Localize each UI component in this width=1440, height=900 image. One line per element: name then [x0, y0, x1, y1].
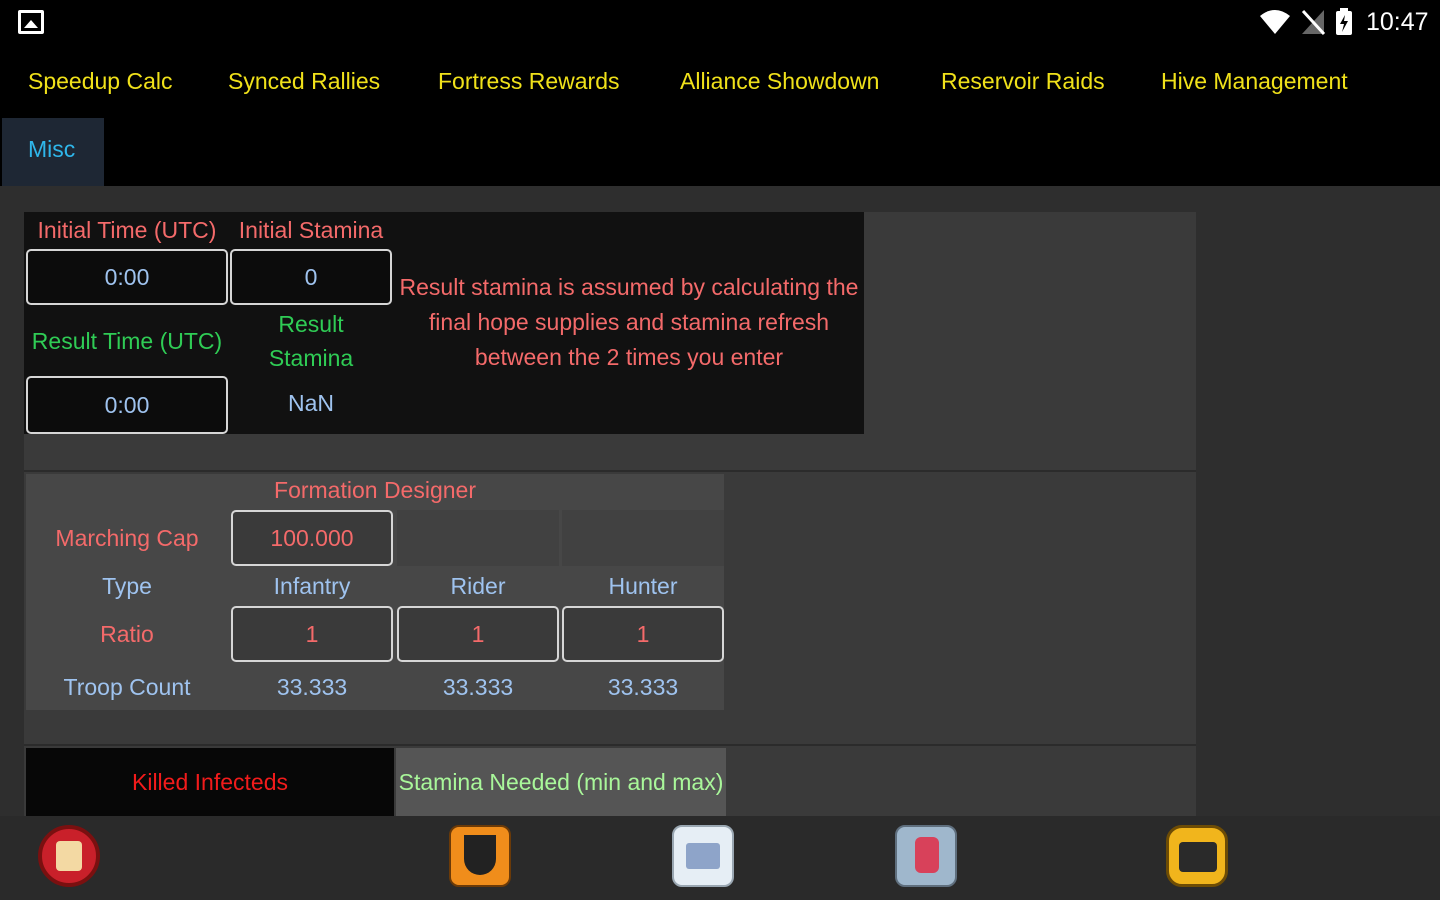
type-label: Type	[102, 572, 152, 599]
tab-misc[interactable]: Misc	[28, 136, 75, 163]
app-icon-5[interactable]	[1166, 825, 1228, 887]
app-icon-4[interactable]	[895, 825, 957, 887]
troop-count-label: Troop Count	[63, 673, 191, 700]
tab-synced-rallies[interactable]: Synced Rallies	[228, 68, 380, 95]
stamina-needed-label: Stamina Needed (min and max)	[396, 748, 726, 816]
troop-count-hunter: 33.333	[607, 673, 679, 700]
type-rider: Rider	[450, 572, 506, 599]
initial-time-input[interactable]: 0:00	[26, 249, 228, 305]
result-time-label: Result Time (UTC)	[31, 327, 223, 354]
result-time-input[interactable]: 0:00	[26, 376, 228, 434]
wifi-icon	[1260, 10, 1290, 34]
marching-cap-input[interactable]: 100.000	[231, 510, 393, 566]
marching-cap-label: Marching Cap	[55, 524, 199, 551]
ratio-hunter-input[interactable]: 1	[562, 606, 724, 662]
ratio-infantry-input[interactable]: 1	[231, 606, 393, 662]
tab-hive-management[interactable]: Hive Management	[1161, 68, 1348, 95]
type-infantry: Infantry	[273, 572, 351, 599]
tab-reservoir-raids[interactable]: Reservoir Raids	[941, 68, 1105, 95]
divider	[24, 470, 1196, 472]
battery-charging-icon	[1336, 8, 1352, 35]
killed-infecteds-label: Killed Infecteds	[26, 748, 394, 816]
ratio-rider-input[interactable]: 1	[397, 606, 559, 662]
stamina-note: Result stamina is assumed by calculating…	[399, 273, 859, 370]
empty-cell	[397, 510, 559, 566]
initial-time-label: Initial Time (UTC)	[37, 216, 217, 243]
result-stamina-value: NaN	[287, 389, 334, 416]
type-hunter: Hunter	[608, 572, 678, 599]
divider	[24, 744, 1196, 746]
tab-fortress-rewards[interactable]: Fortress Rewards	[438, 68, 619, 95]
tab-alliance-showdown[interactable]: Alliance Showdown	[680, 68, 879, 95]
initial-stamina-label: Initial Stamina	[238, 216, 384, 243]
app-icon-3[interactable]	[672, 825, 734, 887]
initial-stamina-input[interactable]: 0	[230, 249, 392, 305]
tab-speedup-calc[interactable]: Speedup Calc	[28, 68, 173, 95]
troop-count-rider: 33.333	[442, 673, 514, 700]
app-icon-1[interactable]	[38, 825, 100, 887]
app-icon-2[interactable]	[449, 825, 511, 887]
ratio-label: Ratio	[100, 620, 154, 647]
result-stamina-label: Result Stamina	[268, 311, 354, 371]
signal-off-icon	[1301, 9, 1326, 36]
formation-title: Formation Designer	[274, 476, 476, 503]
troop-count-infantry: 33.333	[276, 673, 348, 700]
empty-cell	[562, 510, 724, 566]
image-icon	[18, 10, 44, 34]
status-time: 10:47	[1366, 8, 1429, 36]
status-bar	[0, 0, 1440, 48]
